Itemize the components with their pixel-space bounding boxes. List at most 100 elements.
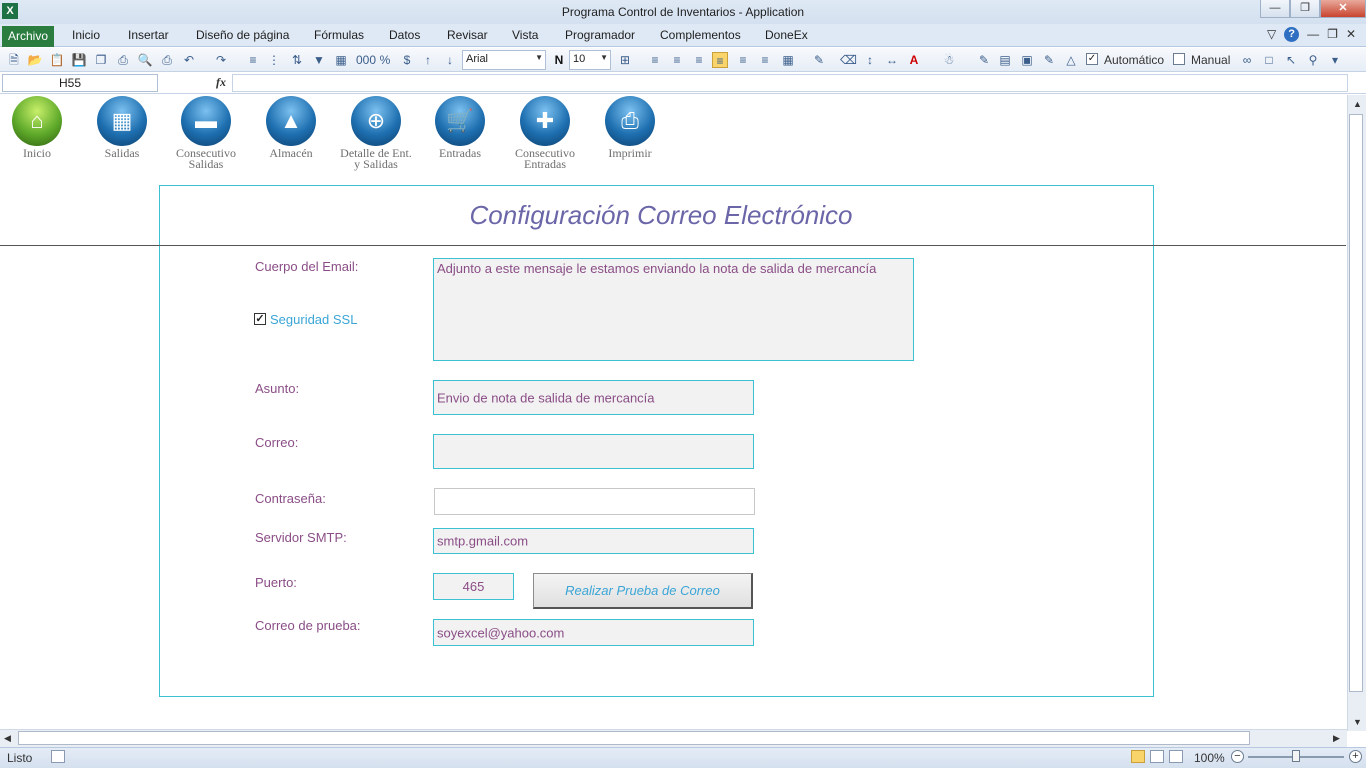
nav-consecutivo-salidas[interactable]: ▬ Consecutivo Salidas bbox=[166, 96, 246, 170]
scroll-down-icon[interactable]: ▼ bbox=[1353, 717, 1362, 727]
tab-insertar[interactable]: Insertar bbox=[128, 28, 169, 42]
scroll-right-icon[interactable]: ▶ bbox=[1333, 733, 1340, 744]
nav-almacen[interactable]: ▲ Almacén bbox=[251, 96, 331, 159]
test-email-button[interactable]: Realizar Prueba de Correo bbox=[533, 573, 753, 609]
find-icon[interactable]: ⚲ bbox=[1305, 52, 1321, 68]
lock-icon[interactable]: △ bbox=[1063, 52, 1079, 68]
calc-manual-checkbox[interactable] bbox=[1173, 53, 1185, 65]
calc-auto-checkbox[interactable]: ✓ bbox=[1086, 53, 1098, 65]
bold-icon[interactable]: N bbox=[551, 52, 567, 68]
line-color-icon[interactable]: ✎ bbox=[811, 52, 827, 68]
select-objects-icon[interactable]: □ bbox=[1261, 52, 1277, 68]
close-workbook-icon[interactable]: ✕ bbox=[1346, 27, 1356, 42]
copy-icon[interactable]: ❐ bbox=[93, 52, 109, 68]
quick-print-icon[interactable]: ⎙ bbox=[159, 52, 175, 68]
restore-icon[interactable]: ❐ bbox=[1290, 0, 1320, 18]
tab-vista[interactable]: Vista bbox=[512, 28, 538, 42]
merge-cells-icon[interactable]: ⊞ bbox=[617, 52, 633, 68]
tab-archivo[interactable]: Archivo bbox=[2, 26, 54, 47]
align-bottom-icon[interactable]: ≡ bbox=[712, 52, 728, 68]
nav-consecutivo-entradas[interactable]: ✚ Consecutivo Entradas bbox=[505, 96, 585, 170]
increase-decimal-icon[interactable]: ↑ bbox=[420, 52, 436, 68]
align-center-icon[interactable]: ≡ bbox=[669, 52, 685, 68]
calculate-icon[interactable]: ∞ bbox=[1239, 52, 1255, 68]
port-field[interactable]: 465 bbox=[433, 573, 514, 600]
font-name-select[interactable]: Arial ▼ bbox=[462, 50, 546, 70]
tab-diseno-pagina[interactable]: Diseño de página bbox=[196, 28, 289, 42]
zoom-level[interactable]: 100% bbox=[1194, 751, 1225, 765]
align-middle-icon[interactable]: ≡ bbox=[735, 52, 751, 68]
filter-icon[interactable]: ▼ bbox=[311, 52, 327, 68]
zoom-slider-thumb[interactable] bbox=[1292, 750, 1300, 762]
decrease-decimal-icon[interactable]: ↓ bbox=[442, 52, 458, 68]
chevron-down-icon[interactable]: ▽ bbox=[1267, 27, 1276, 42]
borders-icon[interactable]: ▦ bbox=[780, 52, 796, 68]
undo-icon[interactable]: ↶ bbox=[181, 52, 197, 68]
scroll-up-icon[interactable]: ▲ bbox=[1353, 99, 1362, 109]
percent-icon[interactable]: % bbox=[377, 52, 393, 68]
macro-record-icon[interactable] bbox=[51, 750, 65, 763]
fx-icon[interactable]: fx bbox=[216, 75, 226, 90]
new-file-icon[interactable]: 🗎 bbox=[6, 52, 22, 68]
nav-inicio[interactable]: ⌂ Inicio bbox=[0, 96, 77, 159]
print-icon[interactable]: ⎙ bbox=[115, 52, 131, 68]
column-width-icon[interactable]: ↔ bbox=[884, 52, 900, 68]
minimize-icon[interactable]: — bbox=[1260, 0, 1290, 18]
close-icon[interactable]: ✕ bbox=[1320, 0, 1366, 18]
pointer-icon[interactable]: ↖ bbox=[1283, 52, 1299, 68]
tab-formulas[interactable]: Fórmulas bbox=[314, 28, 364, 42]
align-right-icon[interactable]: ≡ bbox=[691, 52, 707, 68]
tab-inicio[interactable]: Inicio bbox=[72, 28, 100, 42]
nav-detalle-ent-salidas[interactable]: ⊕ Detalle de Ent. y Salidas bbox=[336, 96, 416, 170]
chart-icon[interactable]: ▦ bbox=[333, 52, 349, 68]
paste-icon[interactable]: 📋 bbox=[49, 52, 65, 68]
save-icon[interactable]: 💾 bbox=[71, 52, 87, 68]
email-field[interactable] bbox=[433, 434, 754, 469]
thousands-separator-icon[interactable]: 000 bbox=[356, 52, 376, 68]
email-body-field[interactable]: Adjunto a este mensaje le estamos envian… bbox=[433, 258, 914, 361]
nav-entradas[interactable]: 🛒 Entradas bbox=[420, 96, 500, 159]
redo-icon[interactable]: ↷ bbox=[213, 52, 229, 68]
insert-rows-icon[interactable]: ≡ bbox=[245, 52, 261, 68]
zoom-in-icon[interactable]: + bbox=[1349, 750, 1362, 763]
name-box[interactable]: H55 bbox=[2, 74, 158, 92]
restore-workbook-icon[interactable]: ❐ bbox=[1327, 27, 1338, 42]
open-folder-icon[interactable]: 📂 bbox=[27, 52, 43, 68]
tab-programador[interactable]: Programador bbox=[565, 28, 635, 42]
normal-view-icon[interactable] bbox=[1131, 750, 1145, 763]
horizontal-scroll-thumb[interactable] bbox=[18, 731, 1250, 745]
formula-input[interactable] bbox=[232, 74, 1348, 92]
page-break-view-icon[interactable] bbox=[1169, 750, 1183, 763]
align-top-icon[interactable]: ≡ bbox=[757, 52, 773, 68]
design-mode-icon[interactable]: ✎ bbox=[1041, 52, 1057, 68]
tab-revisar[interactable]: Revisar bbox=[447, 28, 488, 42]
customize-toolbar-icon[interactable]: ▾ bbox=[1327, 52, 1343, 68]
currency-icon[interactable]: $ bbox=[399, 52, 415, 68]
password-field[interactable] bbox=[434, 488, 755, 515]
tab-complementos[interactable]: Complementos bbox=[660, 28, 741, 42]
ssl-checkbox[interactable]: ✓ bbox=[254, 313, 266, 325]
nav-imprimir[interactable]: ⎙ Imprimir bbox=[590, 96, 670, 159]
format-painter-icon[interactable]: ✎ bbox=[976, 52, 992, 68]
image-icon[interactable]: ▣ bbox=[1019, 52, 1035, 68]
nav-salidas[interactable]: ▦ Salidas bbox=[82, 96, 162, 159]
help-icon[interactable]: ? bbox=[1284, 27, 1300, 42]
minimize-ribbon-icon[interactable]: — bbox=[1307, 27, 1319, 42]
tab-doneex[interactable]: DoneEx bbox=[765, 28, 808, 42]
page-layout-view-icon[interactable] bbox=[1150, 750, 1164, 763]
tab-datos[interactable]: Datos bbox=[389, 28, 420, 42]
test-email-field[interactable]: soyexcel@yahoo.com bbox=[433, 619, 754, 646]
font-color-icon[interactable]: A bbox=[906, 52, 922, 68]
scroll-left-icon[interactable]: ◀ bbox=[4, 733, 11, 744]
zoom-out-icon[interactable]: − bbox=[1231, 750, 1244, 763]
smtp-field[interactable]: smtp.gmail.com bbox=[433, 528, 754, 554]
align-left-icon[interactable]: ≡ bbox=[647, 52, 663, 68]
vertical-scroll-thumb[interactable] bbox=[1349, 114, 1363, 692]
subject-field[interactable]: Envio de nota de salida de mercancía bbox=[433, 380, 754, 415]
insert-columns-icon[interactable]: ⋮ bbox=[266, 52, 282, 68]
form-icon[interactable]: ▤ bbox=[997, 52, 1013, 68]
ssl-label[interactable]: Seguridad SSL bbox=[270, 312, 357, 327]
eraser-icon[interactable]: ⌫ bbox=[840, 52, 857, 68]
fill-color-icon[interactable]: ☃ bbox=[941, 52, 957, 68]
print-preview-icon[interactable]: 🔍 bbox=[137, 52, 153, 68]
